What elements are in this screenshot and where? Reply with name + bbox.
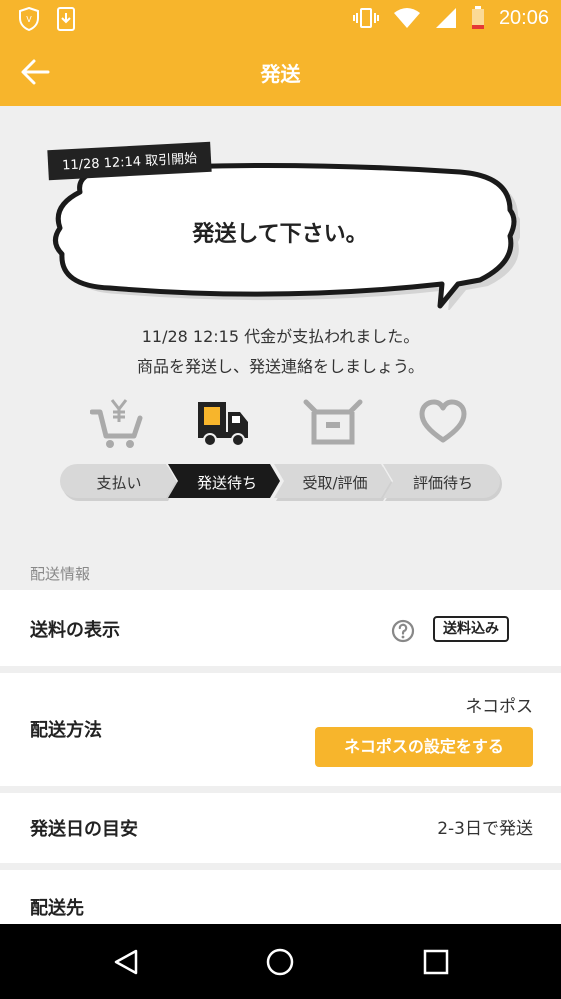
home-circle-icon[interactable] [265, 947, 295, 977]
download-icon [57, 7, 75, 31]
destination-label: 配送先 [30, 898, 84, 919]
ship-date-value: 2-3日で発送 [437, 819, 533, 839]
payment-message-line2: 商品を発送し、発送連絡をしましょう。 [136, 357, 425, 376]
nekopos-setup-button[interactable]: ネコポスの設定をする [315, 727, 533, 767]
heart-icon [419, 399, 467, 443]
truck-icon [198, 402, 248, 447]
step-payment: 支払い [96, 474, 142, 492]
payment-message-line1: 11/28 12:15 代金が支払われました。 [141, 327, 420, 346]
status-time: 20:06 [498, 6, 549, 29]
step-receive-review: 受取/評価 [302, 474, 368, 492]
battery-icon [471, 6, 484, 29]
shipping-method-value: ネコポス [465, 697, 533, 717]
svg-text:V: V [26, 15, 32, 24]
vibrate-icon [352, 8, 379, 28]
shipping-included-badge: 送料込み [433, 616, 509, 642]
page-title: 発送 [260, 62, 301, 86]
shipping-info-label: 配送情報 [30, 565, 91, 583]
shield-icon: V [19, 7, 39, 31]
recents-square-icon[interactable] [423, 949, 449, 975]
android-nav-bar [0, 924, 561, 999]
back-triangle-icon[interactable] [112, 948, 140, 976]
step-awaiting-review: 評価待ち [412, 474, 473, 492]
status-bar: V 20:06 [0, 0, 561, 38]
box-icon [303, 399, 363, 445]
shipping-fee-label: 送料の表示 [30, 620, 120, 641]
cart-yen-icon [90, 399, 143, 448]
ship-date-row: 発送日の目安 2-3日で発送 [0, 793, 561, 863]
signal-icon [435, 8, 456, 28]
app-bar: 発送 [0, 38, 561, 106]
help-icon[interactable] [391, 619, 415, 643]
ship-date-label: 発送日の目安 [30, 819, 138, 840]
wifi-icon [393, 8, 420, 28]
bubble-message: 発送して下さい。 [192, 222, 368, 247]
shipping-method-label: 配送方法 [30, 720, 102, 741]
destination-row[interactable]: 配送先 [0, 870, 561, 924]
step-awaiting-shipment: 発送待ち [196, 474, 257, 492]
